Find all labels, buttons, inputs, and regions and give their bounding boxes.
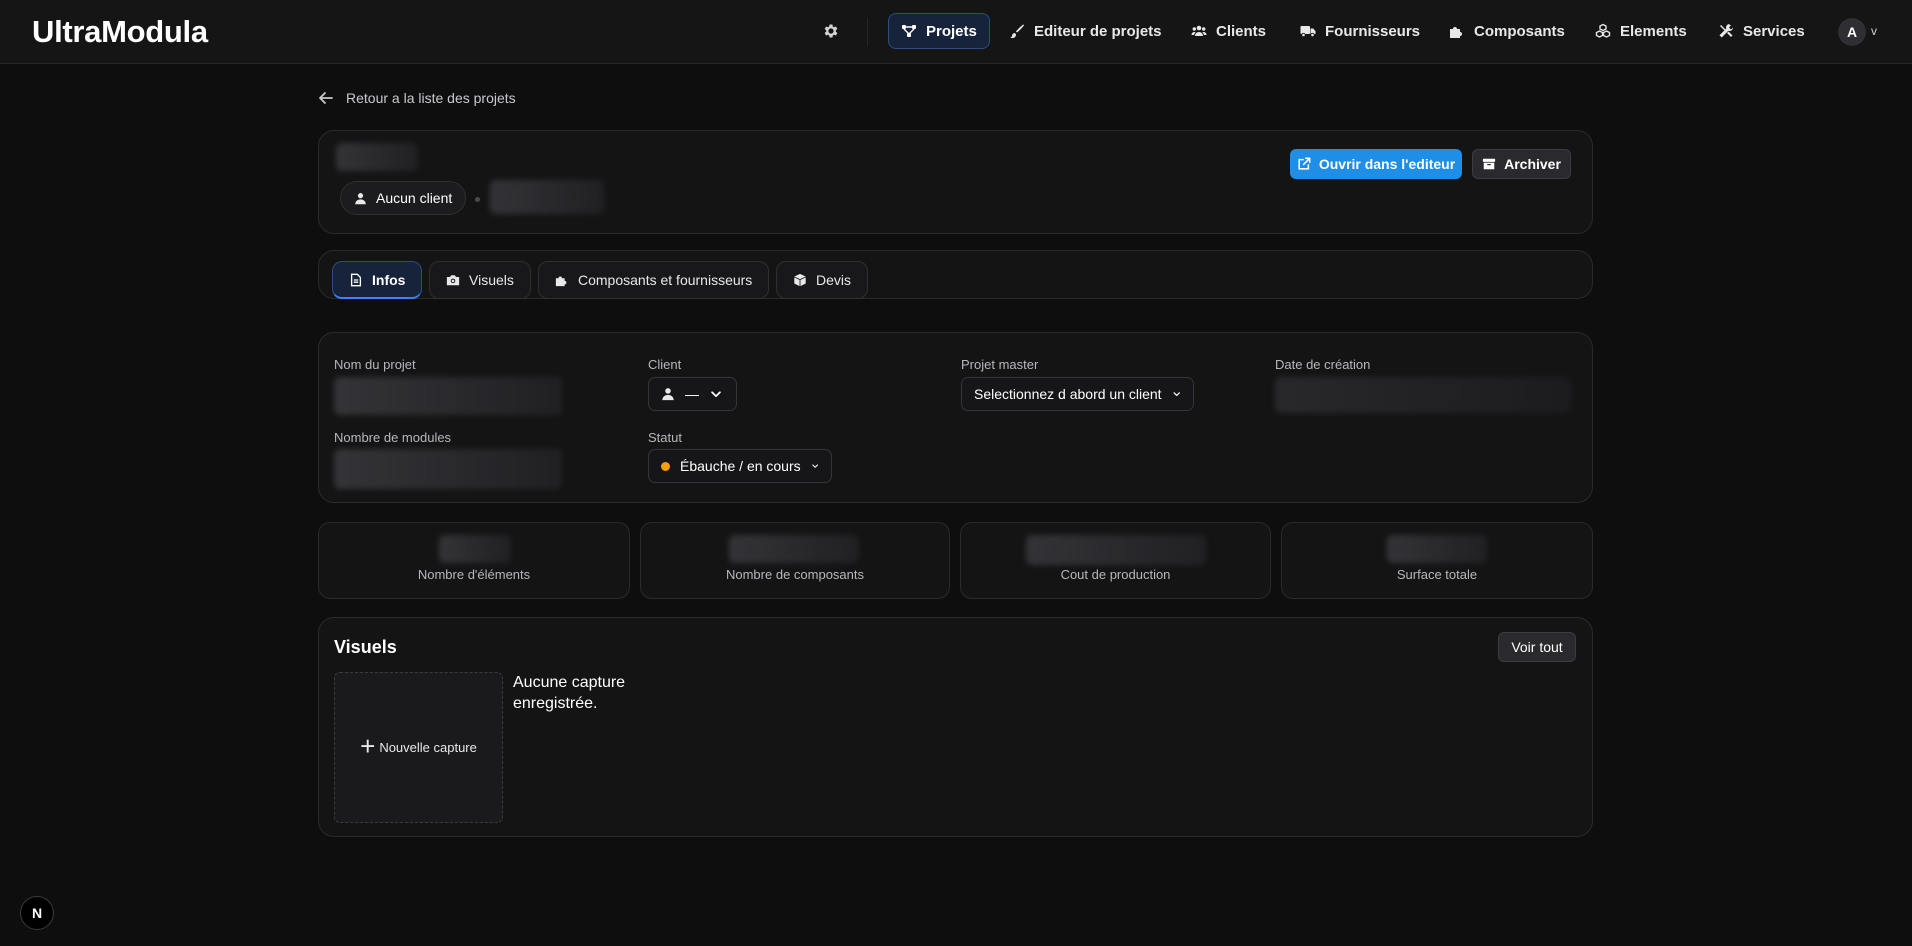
archive-button[interactable]: Archiver — [1472, 149, 1571, 179]
archive-label: Archiver — [1504, 156, 1561, 172]
modules-count-value-redacted[interactable] — [334, 449, 562, 489]
box-icon — [794, 273, 806, 287]
user-icon — [355, 192, 366, 204]
tab-label: Visuels — [469, 272, 514, 288]
top-navigation-bar: UltraModula Projets Editeur de projets C… — [0, 0, 1912, 64]
user-icon — [662, 388, 674, 401]
creation-date-value-redacted — [1275, 377, 1571, 413]
cubes-icon — [1595, 23, 1611, 38]
stat-value-redacted — [729, 535, 859, 563]
nav-item-label: Clients — [1216, 22, 1267, 40]
nav-item-projets[interactable]: Projets — [888, 13, 990, 49]
see-all-label: Voir tout — [1511, 639, 1563, 655]
tab-infos[interactable]: Infos — [332, 261, 423, 299]
camera-icon — [446, 275, 460, 286]
nav-item-editeur-de-projets[interactable]: Editeur de projets — [997, 13, 1174, 49]
chevron-down-icon — [711, 391, 721, 398]
stat-label: Cout de production — [1060, 567, 1171, 582]
chevron-down-icon — [811, 464, 818, 468]
next-dev-badge[interactable]: N — [20, 896, 54, 930]
new-capture-label: Nouvelle capture — [379, 740, 477, 755]
no-capture-message: Aucune capture enregistrée. — [513, 674, 626, 712]
brush-icon — [1010, 24, 1024, 39]
puzzle-icon — [555, 276, 567, 287]
client-label: Client — [648, 357, 682, 372]
project-diagram-icon — [902, 25, 916, 37]
tab-label: Composants et fournisseurs — [578, 272, 753, 288]
creation-date-label: Date de création — [1275, 357, 1371, 372]
tools-icon — [1719, 24, 1733, 38]
client-pill-label: Aucun client — [376, 190, 453, 206]
modules-count-label: Nombre de modules — [334, 430, 452, 445]
open-in-editor-label: Ouvrir dans l'editeur — [1318, 156, 1456, 172]
tab-devis[interactable]: Devis — [776, 261, 869, 299]
chevron-down-icon — [1173, 392, 1180, 397]
document-icon — [350, 273, 362, 286]
nav-item-label: Services — [1743, 22, 1805, 40]
client-select[interactable]: — — [648, 377, 737, 411]
client-select-value: — — [685, 386, 699, 402]
tab-composants-et-fournisseurs[interactable]: Composants et fournisseurs — [538, 261, 770, 299]
gear-icon[interactable] — [822, 22, 840, 40]
nav-item-elements[interactable]: Elements — [1583, 13, 1699, 49]
project-meta-redacted — [490, 180, 604, 214]
arrow-left-icon — [319, 92, 333, 104]
nav-item-fournisseurs[interactable]: Fournisseurs — [1288, 13, 1432, 49]
nav-item-label: Composants — [1474, 22, 1565, 40]
project-master-label: Projet master — [961, 357, 1039, 372]
tab-label: Devis — [816, 272, 852, 288]
stat-value-redacted — [1387, 535, 1487, 563]
meta-separator-dot — [475, 197, 480, 202]
project-master-select[interactable]: Selectionnez d abord un client — [961, 377, 1194, 411]
external-link-icon — [1298, 157, 1311, 170]
archive-box-icon — [1482, 158, 1496, 170]
nav-item-label: Fournisseurs — [1325, 22, 1421, 40]
puzzle-icon — [1450, 27, 1462, 38]
nav-item-composants[interactable]: Composants — [1437, 13, 1577, 49]
client-pill[interactable]: Aucun client — [340, 181, 467, 215]
stat-value-redacted — [439, 535, 511, 563]
nav-item-services[interactable]: Services — [1706, 13, 1817, 49]
stat-value-redacted — [1026, 535, 1206, 565]
new-capture-button[interactable]: + Nouvelle capture — [334, 672, 503, 823]
status-select[interactable]: Ébauche / en cours — [648, 449, 832, 483]
nav-item-label: Editeur de projets — [1034, 22, 1162, 40]
nav-item-label: Projets — [926, 22, 977, 40]
stat-card-composants: Nombre de composants — [640, 522, 950, 599]
user-menu-caret[interactable]: v — [1871, 24, 1877, 38]
back-link-label: Retour a la liste des projets — [346, 90, 516, 106]
plus-icon: + — [360, 731, 376, 761]
status-select-value: Ébauche / en cours — [680, 458, 801, 474]
tab-visuels[interactable]: Visuels — [429, 261, 531, 299]
stat-card-surface-totale: Surface totale — [1281, 522, 1593, 599]
see-all-button[interactable]: Voir tout — [1498, 632, 1576, 662]
nav-divider — [867, 18, 868, 46]
visuels-card — [318, 617, 1593, 837]
nav-item-clients[interactable]: Clients — [1179, 13, 1278, 49]
stat-card-elements: Nombre d'éléments — [318, 522, 630, 599]
open-in-editor-button[interactable]: Ouvrir dans l'editeur — [1290, 149, 1462, 179]
stat-label: Nombre d'éléments — [417, 567, 531, 582]
visuels-section-title: Visuels — [334, 637, 397, 657]
nav-item-label: Elements — [1620, 22, 1687, 40]
app-logo[interactable]: UltraModula — [32, 14, 208, 50]
tab-label: Infos — [372, 271, 406, 288]
status-label: Statut — [648, 430, 682, 445]
status-dot — [661, 461, 670, 471]
stat-card-cout-production: Cout de production — [960, 522, 1271, 599]
project-title-redacted — [336, 143, 418, 171]
truck-icon — [1300, 26, 1316, 38]
project-name-label: Nom du projet — [334, 357, 416, 372]
user-avatar[interactable]: A — [1838, 18, 1866, 46]
users-icon — [1191, 25, 1207, 36]
project-name-value-redacted[interactable] — [334, 377, 562, 415]
stat-label: Surface totale — [1396, 567, 1478, 582]
back-to-projects-link[interactable]: Retour a la liste des projets — [318, 90, 516, 106]
stat-label: Nombre de composants — [725, 567, 864, 582]
project-master-select-value: Selectionnez d abord un client — [974, 386, 1162, 402]
